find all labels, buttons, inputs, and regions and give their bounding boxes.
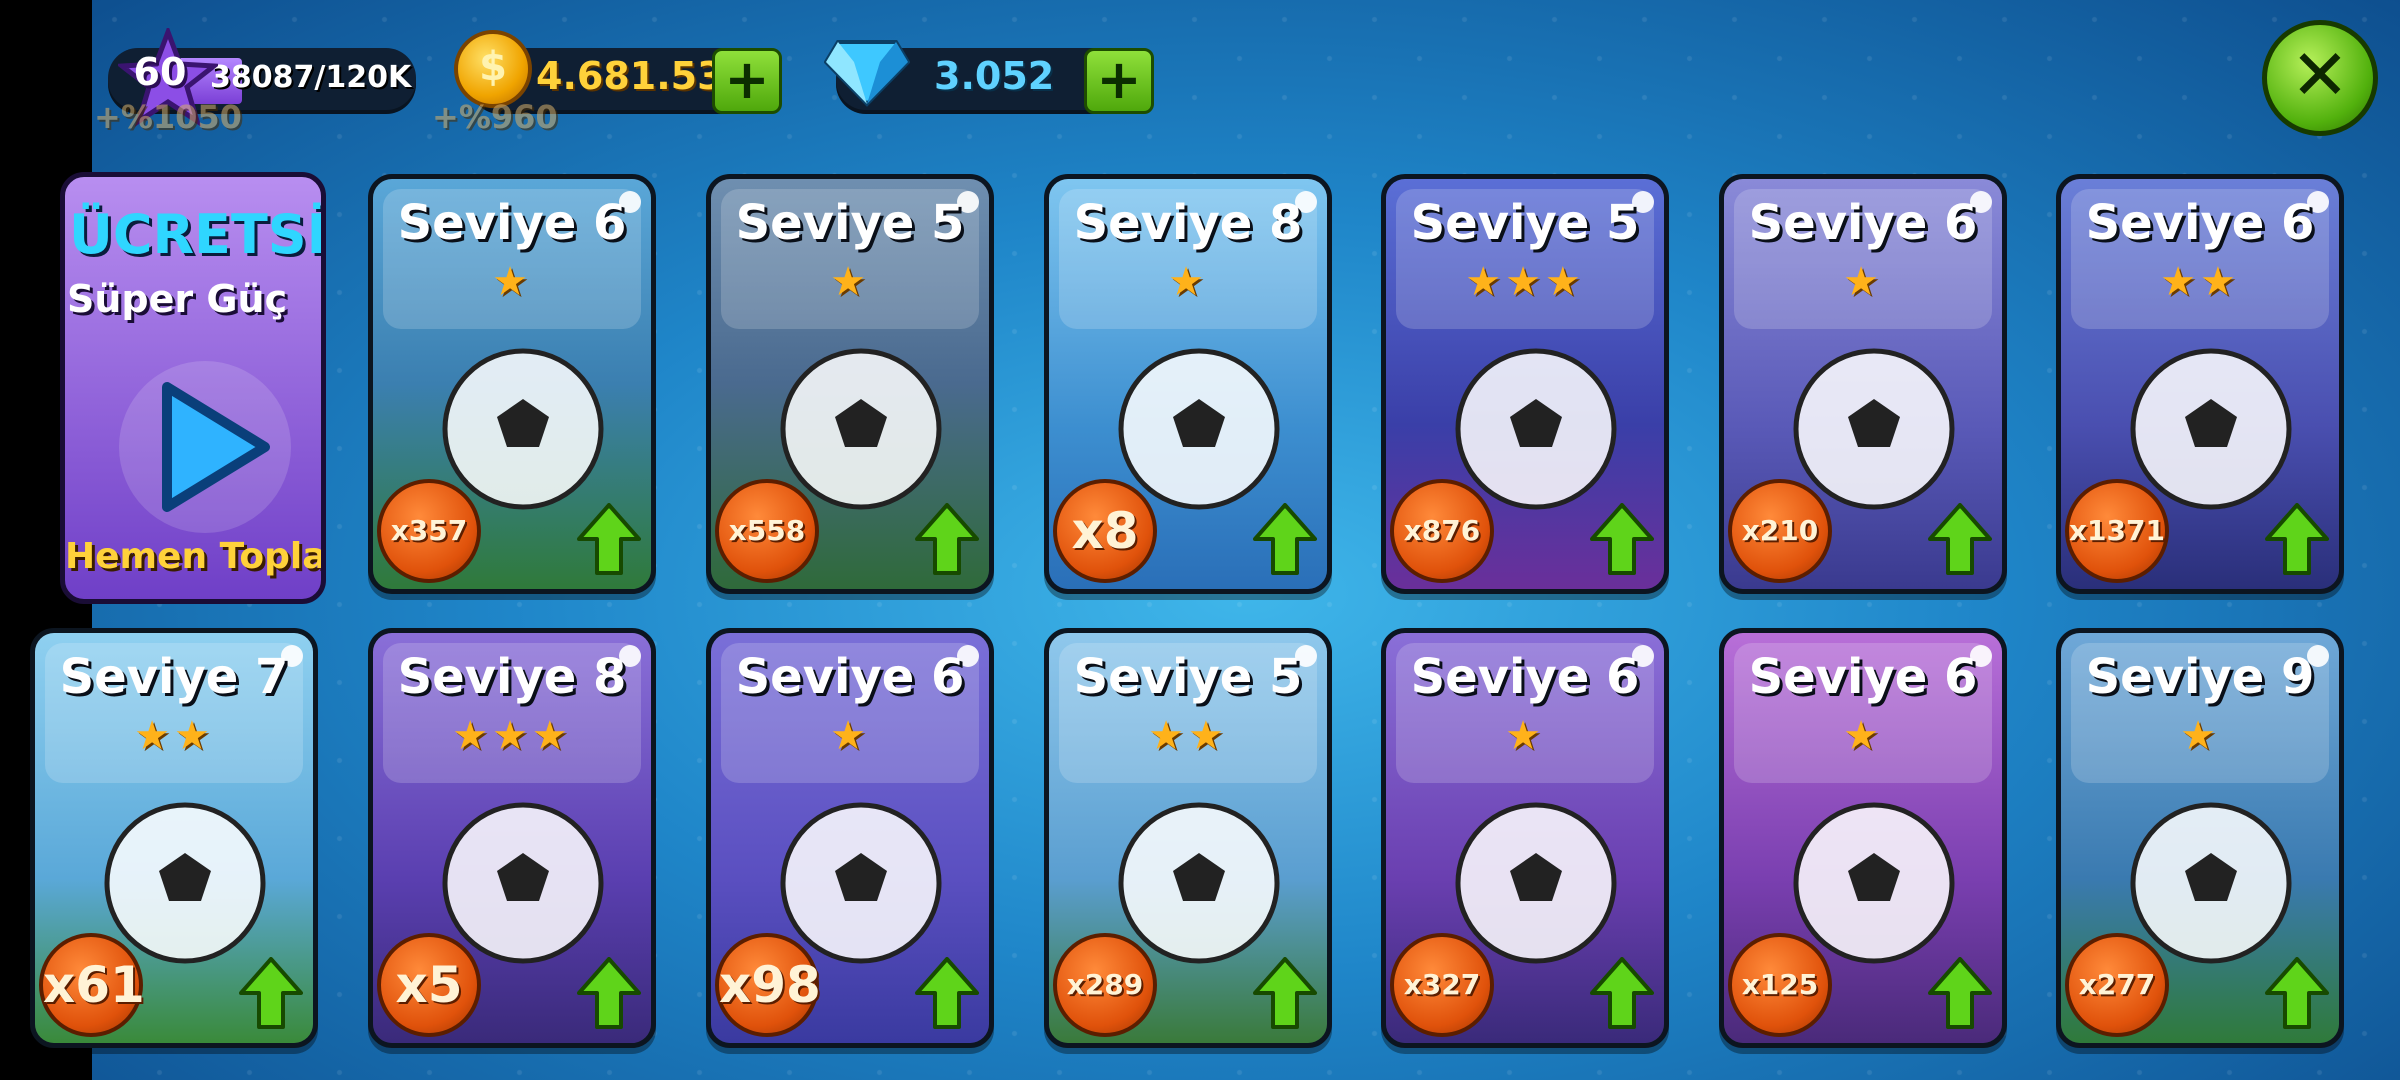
free-card-action: Hemen Topla — [65, 536, 326, 577]
free-card-subtitle: Süper Güç — [67, 277, 288, 321]
card-count-badge: x876 — [1390, 479, 1494, 583]
power-card[interactable]: Seviye 6 ★ x327 — [1381, 628, 1669, 1048]
card-count-badge: x5 — [377, 933, 481, 1037]
card-level: Seviye 6 — [1410, 649, 1640, 705]
upgrade-arrow-icon — [1928, 957, 1992, 1029]
upgrade-arrow-icon — [2265, 503, 2329, 575]
free-card-title: ÜCRETSİZ — [69, 203, 326, 266]
power-card[interactable]: Seviye 6 ★ x98 — [706, 628, 994, 1048]
card-level: Seviye 6 — [735, 649, 965, 705]
power-card[interactable]: Seviye 6 ★★ x1371 — [2056, 174, 2344, 594]
upgrade-arrow-icon — [915, 503, 979, 575]
power-card[interactable]: Seviye 5 ★★ x289 — [1044, 628, 1332, 1048]
gem-icon — [824, 40, 910, 107]
card-count-badge: x558 — [715, 479, 819, 583]
card-stars: ★ — [492, 259, 532, 305]
upgrade-arrow-icon — [1928, 503, 1992, 575]
card-level: Seviye 5 — [1073, 649, 1303, 705]
upgrade-arrow-icon — [1590, 503, 1654, 575]
upgrade-arrow-icon — [1253, 503, 1317, 575]
gem-amount: 3.052 — [934, 54, 1055, 98]
card-count-badge: x289 — [1053, 933, 1157, 1037]
card-count-badge: x277 — [2065, 933, 2169, 1037]
card-level: Seviye 6 — [1748, 195, 1978, 251]
card-level: Seviye 5 — [735, 195, 965, 251]
power-card[interactable]: Seviye 8 ★★★ x5 — [368, 628, 656, 1048]
card-level: Seviye 5 — [1410, 195, 1640, 251]
power-card[interactable]: Seviye 6 ★ x357 — [368, 174, 656, 594]
card-stars: ★ — [1843, 713, 1883, 759]
power-card[interactable]: Seviye 5 ★ x558 — [706, 174, 994, 594]
card-level: Seviye 6 — [1748, 649, 1978, 705]
upgrade-arrow-icon — [239, 957, 303, 1029]
free-power-card[interactable]: ÜCRETSİZ Süper Güç Hemen Topla — [60, 172, 326, 604]
upgrade-arrow-icon — [577, 503, 641, 575]
add-gems-button[interactable]: + — [1084, 48, 1154, 114]
card-count-badge: x125 — [1728, 933, 1832, 1037]
xp-text: 38087/120K — [210, 60, 412, 95]
xp-bonus: +%1050 — [94, 98, 242, 136]
upgrade-arrow-icon — [577, 957, 641, 1029]
card-stars: ★ — [2180, 713, 2220, 759]
upgrade-arrow-icon — [915, 957, 979, 1029]
card-count-badge: x8 — [1053, 479, 1157, 583]
power-card[interactable]: Seviye 9 ★ x277 — [2056, 628, 2344, 1048]
add-coins-button[interactable]: + — [712, 48, 782, 114]
card-stars: ★★ — [2160, 259, 2240, 305]
card-stars: ★★★ — [1465, 259, 1585, 305]
card-level: Seviye 8 — [1073, 195, 1303, 251]
card-level: Seviye 6 — [2085, 195, 2315, 251]
card-count-badge: x98 — [715, 933, 821, 1037]
play-icon — [119, 361, 291, 533]
card-count-badge: x61 — [39, 933, 145, 1037]
card-level: Seviye 9 — [2085, 649, 2315, 705]
power-card[interactable]: Seviye 8 ★ x8 — [1044, 174, 1332, 594]
card-stars: ★ — [830, 713, 870, 759]
card-count-badge: x210 — [1728, 479, 1832, 583]
card-stars: ★ — [1168, 259, 1208, 305]
upgrade-arrow-icon — [1253, 957, 1317, 1029]
power-card[interactable]: Seviye 7 ★★ x61 — [30, 628, 318, 1048]
card-stars: ★★★ — [452, 713, 572, 759]
power-card[interactable]: Seviye 5 ★★★ x876 — [1381, 174, 1669, 594]
power-card[interactable]: Seviye 6 ★ x125 — [1719, 628, 2007, 1048]
card-stars: ★★ — [134, 713, 214, 759]
power-card[interactable]: Seviye 6 ★ x210 — [1719, 174, 2007, 594]
card-stars: ★ — [1843, 259, 1883, 305]
card-stars: ★ — [1505, 713, 1545, 759]
close-button[interactable]: ✕ — [2262, 20, 2378, 136]
coin-icon: $ — [454, 30, 532, 108]
card-stars: ★ — [830, 259, 870, 305]
card-level: Seviye 7 — [59, 649, 289, 705]
card-level: Seviye 8 — [397, 649, 627, 705]
card-count-badge: x327 — [1390, 933, 1494, 1037]
card-count-badge: x357 — [377, 479, 481, 583]
coin-bonus: +%960 — [432, 98, 558, 136]
level-number: 60 — [133, 50, 187, 94]
upgrade-arrow-icon — [1590, 957, 1654, 1029]
card-count-badge: x1371 — [2065, 479, 2169, 583]
card-stars: ★★ — [1148, 713, 1228, 759]
upgrade-arrow-icon — [2265, 957, 2329, 1029]
card-level: Seviye 6 — [397, 195, 627, 251]
